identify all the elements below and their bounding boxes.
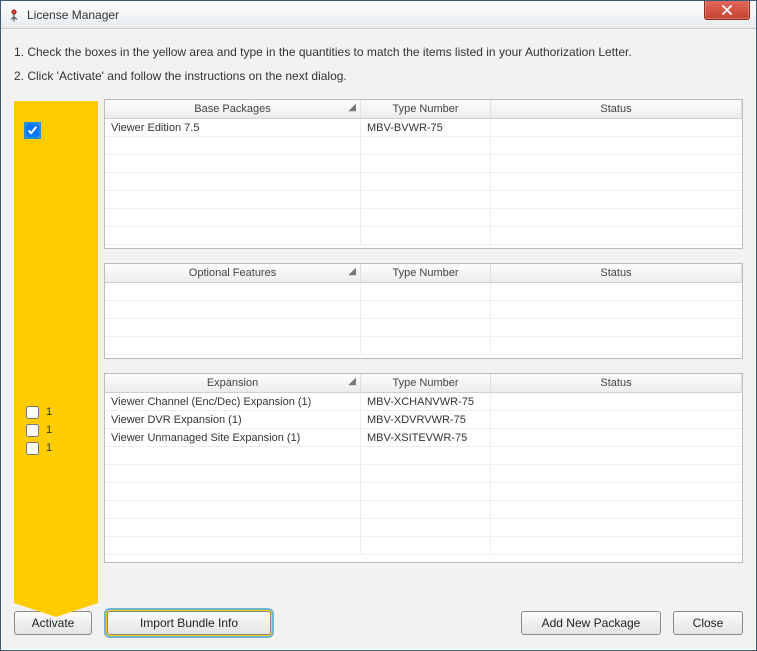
window-title: License Manager	[27, 8, 750, 22]
expansion-row-checkbox[interactable]	[26, 424, 39, 437]
instructions: 1. Check the boxes in the yellow area an…	[14, 39, 743, 93]
base-col-header-status[interactable]: Status	[491, 100, 742, 119]
cell-name: Viewer DVR Expansion (1)	[105, 411, 361, 429]
window-close-button[interactable]	[704, 0, 750, 20]
optional-col-header-name[interactable]: Optional Features◢	[105, 264, 361, 283]
base-row-checkbox[interactable]	[26, 124, 39, 137]
sort-asc-icon: ◢	[348, 266, 356, 277]
expansion-select-row: 1	[14, 439, 98, 457]
optional-features-table: Optional Features◢ Type Number Status	[104, 263, 743, 359]
cell-type: MBV-XDVRVWR-75	[361, 411, 491, 429]
cell-status	[491, 429, 742, 447]
base-packages-table: Base Packages◢ Type Number Status Viewer…	[104, 99, 743, 249]
base-select-row	[14, 121, 98, 139]
cell-status	[491, 119, 742, 137]
instruction-line-1: 1. Check the boxes in the yellow area an…	[14, 45, 743, 59]
license-manager-window: License Manager 1. Check the boxes in th…	[0, 0, 757, 651]
work-area: 1 1 1	[14, 99, 743, 603]
content-area: 1. Check the boxes in the yellow area an…	[1, 29, 756, 650]
import-bundle-info-button[interactable]: Import Bundle Info	[107, 611, 271, 635]
arrow-down-icon	[14, 603, 98, 617]
expansion-row-qty: 1	[46, 442, 76, 454]
cell-type: MBV-BVWR-75	[361, 119, 491, 137]
expansion-row-qty: 1	[46, 406, 76, 418]
base-col-header-name[interactable]: Base Packages◢	[105, 100, 361, 119]
expansion-col-header-type[interactable]: Type Number	[361, 374, 491, 393]
app-icon	[7, 8, 21, 22]
cell-name: Viewer Unmanaged Site Expansion (1)	[105, 429, 361, 447]
import-highlight: Import Bundle Info	[104, 609, 274, 637]
tables-area: Base Packages◢ Type Number Status Viewer…	[104, 99, 743, 603]
expansion-col-header-status[interactable]: Status	[491, 374, 742, 393]
cell-name: Viewer Channel (Enc/Dec) Expansion (1)	[105, 393, 361, 411]
selection-column: 1 1 1	[14, 101, 98, 603]
expansion-row-qty: 1	[46, 424, 76, 436]
expansion-table: Expansion◢ Type Number Status Viewer Cha…	[104, 373, 743, 563]
expansion-row-checkbox[interactable]	[26, 406, 39, 419]
cell-status	[491, 393, 742, 411]
add-new-package-button[interactable]: Add New Package	[521, 611, 661, 635]
expansion-row-checkbox[interactable]	[26, 442, 39, 455]
instruction-line-2: 2. Click 'Activate' and follow the instr…	[14, 69, 743, 83]
title-bar: License Manager	[1, 1, 756, 29]
base-col-header-type[interactable]: Type Number	[361, 100, 491, 119]
cell-type: MBV-XCHANVWR-75	[361, 393, 491, 411]
optional-col-header-status[interactable]: Status	[491, 264, 742, 283]
button-bar: Activate Import Bundle Info Add New Pack…	[14, 603, 743, 637]
cell-type: MBV-XSITEVWR-75	[361, 429, 491, 447]
cell-name: Viewer Edition 7.5	[105, 119, 361, 137]
expansion-col-header-name[interactable]: Expansion◢	[105, 374, 361, 393]
close-button[interactable]: Close	[673, 611, 743, 635]
sort-asc-icon: ◢	[348, 376, 356, 387]
expansion-select-row: 1	[14, 421, 98, 439]
optional-col-header-type[interactable]: Type Number	[361, 264, 491, 283]
expansion-select-row: 1	[14, 403, 98, 421]
sort-asc-icon: ◢	[348, 102, 356, 113]
cell-status	[491, 411, 742, 429]
